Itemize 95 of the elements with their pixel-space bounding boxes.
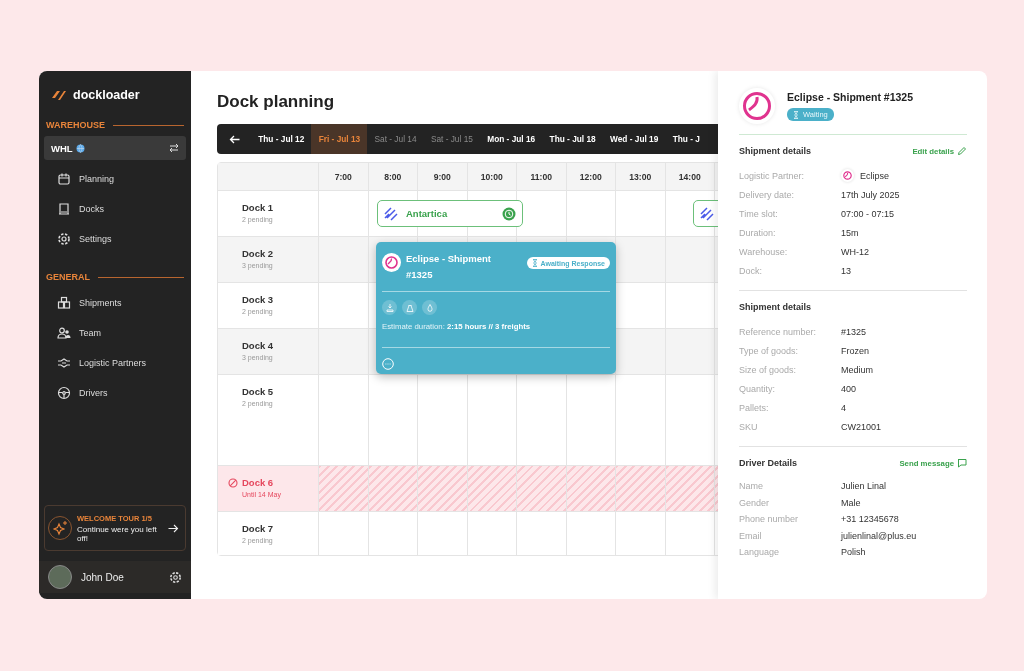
steering-wheel-icon [57, 386, 71, 400]
user-name: John Doe [81, 571, 125, 583]
field-value: 4 [841, 402, 846, 413]
ring-logo-icon [843, 171, 852, 180]
field-label: Warehouse: [739, 246, 789, 257]
field-value: Polish [841, 547, 866, 558]
section-title: Driver Details [739, 458, 798, 468]
date-tab[interactable]: Mon - Jul 16 [480, 124, 543, 154]
arrow-right-icon [168, 523, 179, 533]
field-label: Reference number: [739, 326, 818, 337]
field-label: Delivery date: [739, 189, 796, 200]
people-icon [57, 326, 71, 340]
page-title: Dock planning [217, 92, 336, 112]
date-tab[interactable]: Fri - Jul 13 [311, 124, 368, 154]
chat-icon [957, 458, 967, 468]
nav-item[interactable]: Settings [44, 224, 186, 254]
dock-name: Dock 6 [242, 477, 275, 488]
field-label: Size of goods: [739, 364, 798, 375]
drop-icon [424, 302, 435, 313]
sparkle-icon [52, 520, 68, 536]
dock-name: Dock 5 [242, 386, 275, 397]
nav-item[interactable]: Logistic Partners [44, 348, 186, 378]
nav-item[interactable]: Drivers [44, 378, 186, 408]
nav-item[interactable]: Shipments [44, 288, 186, 318]
boxes-icon [57, 296, 71, 310]
settings-icon [57, 232, 71, 246]
field-label: Logistic Partner: [739, 170, 806, 181]
field-label: Gender [739, 497, 771, 508]
field-value: 13 [841, 265, 851, 276]
field-value: 400 [841, 383, 857, 394]
tour-subtitle: Continue were you left off! [77, 524, 158, 543]
field-label: SKU [739, 421, 759, 432]
dock-name: Dock 2 [242, 248, 275, 259]
field-value: CW21001 [841, 421, 882, 432]
booking-label: Antartica [406, 208, 449, 219]
clock-icon [502, 206, 516, 221]
pencil-icon [957, 146, 967, 156]
field-label: Type of goods: [739, 345, 800, 356]
hourglass-icon [793, 110, 799, 119]
striped-logo-icon [700, 206, 714, 221]
field-value: 17th July 2025 [841, 189, 900, 200]
field-value: Julien Linal [841, 481, 887, 492]
field-label: Quantity: [739, 383, 777, 394]
field-value: WH-12 [841, 246, 869, 257]
field-label: Time slot: [739, 208, 779, 219]
settings-icon[interactable] [169, 570, 182, 584]
section-title: Shipment details [739, 302, 811, 312]
shipment-title: Eclipse - Shipment #1325 [406, 252, 492, 282]
field-value: Medium [841, 364, 873, 375]
dock-name: Dock 1 [242, 202, 275, 213]
door-icon [57, 202, 71, 216]
field-label: Duration: [739, 227, 777, 238]
swap-icon [169, 143, 179, 153]
logo-icon [51, 89, 67, 101]
section-title: Shipment details [739, 146, 811, 156]
striped-logo-icon [384, 206, 398, 221]
hourglass-icon [531, 259, 538, 267]
ring-logo-icon [385, 256, 398, 269]
prohibited-icon [228, 478, 238, 488]
field-value: Frozen [841, 345, 869, 356]
nav-item[interactable]: Docks [44, 194, 186, 224]
ring-logo-icon [742, 91, 772, 121]
section-heading: WAREHOUSE [46, 120, 105, 130]
date-tab[interactable]: Thu - J [665, 124, 708, 154]
field-label: Language [739, 547, 781, 558]
field-value: 07:00 - 07:15 [841, 208, 895, 219]
calendar-icon [57, 172, 71, 186]
field-label: Phone number [739, 514, 800, 525]
field-label: Name [739, 481, 764, 492]
date-tab[interactable]: Thu - Jul 12 [251, 124, 312, 154]
field-value: #1325 [841, 326, 867, 337]
field-value: +31 12345678 [841, 514, 899, 525]
date-tab[interactable]: Thu - Jul 18 [542, 124, 603, 154]
field-value: julienlinal@plus.eu [841, 530, 917, 541]
nav-item[interactable]: Team [44, 318, 186, 348]
field-value: 15m [841, 227, 859, 238]
bag-icon [404, 302, 415, 313]
field-label: Email [739, 530, 763, 541]
nav-item[interactable]: Planning [44, 164, 186, 194]
date-tab[interactable]: Wed - Jul 19 [602, 124, 666, 154]
field-label: Dock: [739, 265, 763, 276]
warehouse-selector[interactable]: WHL [44, 136, 186, 160]
field-label: Pallets: [739, 402, 770, 413]
dock-name: Dock 3 [242, 294, 275, 305]
field-value: Eclipse [860, 170, 889, 181]
avatar [48, 565, 72, 589]
dock-name: Dock 4 [242, 340, 275, 351]
globe-icon [75, 143, 85, 153]
arrow-left-icon [228, 134, 240, 144]
dock-name: Dock 7 [242, 523, 275, 534]
section-heading: GENERAL [46, 272, 90, 282]
field-value: Male [841, 497, 861, 508]
unload-icon [384, 302, 395, 313]
brand-name: dockloader [73, 88, 140, 102]
shipment-title: Eclipse - Shipment #1325 [787, 91, 914, 103]
